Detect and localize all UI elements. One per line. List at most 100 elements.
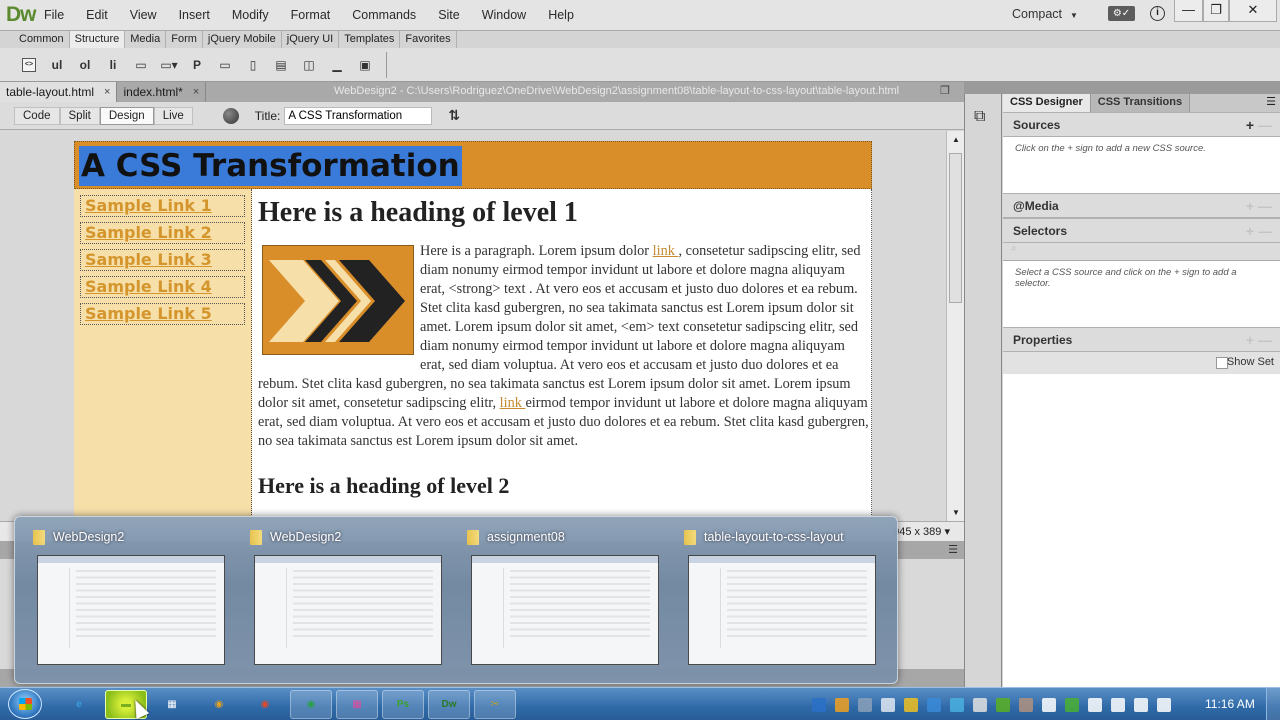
- menu-file[interactable]: File: [44, 8, 64, 22]
- sidebar-link-2[interactable]: Sample Link 2: [80, 222, 245, 244]
- panel-menu-icon[interactable]: ☰: [1266, 95, 1276, 108]
- tab-media[interactable]: Media: [125, 31, 167, 48]
- div-icon[interactable]: <>: [22, 57, 36, 72]
- media-section-header[interactable]: @Media + —: [1003, 193, 1280, 218]
- figure-icon[interactable]: ▣: [354, 56, 376, 74]
- menu-site[interactable]: Site: [438, 8, 460, 22]
- sources-section-header[interactable]: Sources + —: [1003, 112, 1280, 137]
- sidebar-link-5[interactable]: Sample Link 5: [80, 303, 245, 325]
- remove-media-icon[interactable]: —: [1258, 194, 1272, 218]
- heading-icon[interactable]: ▭▾: [158, 56, 180, 74]
- doc-tab-table-layout[interactable]: table-layout.html ×: [0, 82, 118, 102]
- thumbnail-window[interactable]: assignment08: [467, 527, 667, 665]
- file-management-icon[interactable]: ⇅: [448, 107, 460, 124]
- add-selector-icon[interactable]: +: [1246, 219, 1254, 243]
- tab-common[interactable]: Common: [14, 31, 70, 48]
- sidebar-link-4[interactable]: Sample Link 4: [80, 276, 245, 298]
- menu-edit[interactable]: Edit: [86, 8, 108, 22]
- start-button[interactable]: [8, 689, 42, 719]
- tray-icon[interactable]: [1111, 697, 1125, 712]
- tab-structure[interactable]: Structure: [69, 31, 126, 48]
- workspace-switcher[interactable]: Compact ▼: [1012, 7, 1078, 21]
- sidebar-link-1[interactable]: Sample Link 1: [80, 195, 245, 217]
- ul-icon[interactable]: ul: [46, 56, 68, 74]
- header-icon[interactable]: ▭: [130, 56, 152, 74]
- tab-jquery-ui[interactable]: jQuery UI: [282, 31, 340, 48]
- tray-icon[interactable]: [881, 697, 895, 712]
- design-view[interactable]: A CSS Transformation Sample Link 1 Sampl…: [0, 131, 946, 521]
- remove-source-icon[interactable]: —: [1258, 113, 1272, 137]
- selectors-section-header[interactable]: Selectors + —: [1003, 218, 1280, 243]
- help-info-icon[interactable]: i: [1150, 6, 1165, 21]
- li-icon[interactable]: li: [102, 56, 124, 74]
- sitemap-icon[interactable]: ⧉: [974, 108, 985, 126]
- remove-property-icon[interactable]: —: [1258, 328, 1272, 352]
- doc-tab-index[interactable]: index.html* ×: [117, 82, 207, 102]
- inline-link[interactable]: link: [653, 243, 679, 259]
- close-icon[interactable]: ×: [193, 86, 199, 98]
- tray-icon[interactable]: [1019, 697, 1033, 712]
- menu-insert[interactable]: Insert: [179, 8, 210, 22]
- show-desktop-button[interactable]: [1266, 688, 1280, 720]
- tab-css-designer[interactable]: CSS Designer: [1003, 94, 1091, 112]
- aside-icon[interactable]: ▯: [242, 56, 264, 74]
- taskbar-app-chrome-1[interactable]: ◉: [198, 690, 240, 719]
- add-source-icon[interactable]: +: [1246, 113, 1254, 137]
- menu-window[interactable]: Window: [482, 8, 526, 22]
- chevron-logo-image[interactable]: [262, 245, 414, 355]
- live-view-button[interactable]: Live: [153, 106, 193, 125]
- add-media-icon[interactable]: +: [1246, 194, 1254, 218]
- remove-selector-icon[interactable]: —: [1258, 219, 1272, 243]
- scroll-up-icon[interactable]: ▲: [952, 135, 960, 144]
- tray-icon[interactable]: [1065, 697, 1079, 712]
- thumbnail-window[interactable]: WebDesign2: [33, 527, 233, 665]
- tray-icon[interactable]: [1157, 697, 1171, 712]
- tray-icon[interactable]: [973, 697, 987, 712]
- inline-link[interactable]: link: [500, 395, 526, 411]
- tab-jquery-mobile[interactable]: jQuery Mobile: [203, 31, 282, 48]
- tab-favorites[interactable]: Favorites: [400, 31, 457, 48]
- paragraph-icon[interactable]: P: [186, 56, 208, 74]
- taskbar-app-chrome-3[interactable]: ◉: [290, 690, 332, 719]
- article-icon[interactable]: ▤: [270, 56, 292, 74]
- tray-icon[interactable]: [835, 697, 849, 712]
- taskbar-app-dreamweaver[interactable]: Dw: [428, 690, 470, 719]
- section-icon[interactable]: ◫: [298, 56, 320, 74]
- selectors-search-input[interactable]: ⌕: [1003, 243, 1280, 261]
- panel-menu-icon[interactable]: ☰: [948, 543, 958, 556]
- taskbar-app-apps-grid[interactable]: ▦: [151, 690, 193, 719]
- title-input[interactable]: [284, 106, 433, 125]
- menu-commands[interactable]: Commands: [352, 8, 416, 22]
- close-button[interactable]: ✕: [1229, 0, 1277, 22]
- design-view-button[interactable]: Design: [99, 106, 154, 125]
- taskbar-app-snipping-tool[interactable]: ✂: [474, 690, 516, 719]
- restore-button[interactable]: ❐: [1203, 0, 1229, 22]
- thumbnail-window[interactable]: WebDesign2: [250, 527, 450, 665]
- sidebar-link-3[interactable]: Sample Link 3: [80, 249, 245, 271]
- thumbnail-window[interactable]: table-layout-to-css-layout: [684, 527, 884, 665]
- sync-settings-button[interactable]: ⚙✓: [1108, 6, 1135, 21]
- tray-icon[interactable]: [1088, 697, 1102, 712]
- tray-icon[interactable]: [812, 697, 826, 712]
- taskbar-app-internet-explorer[interactable]: e: [58, 690, 100, 719]
- restore-doc-icon[interactable]: ❐: [940, 84, 950, 97]
- menu-view[interactable]: View: [130, 8, 157, 22]
- add-property-icon[interactable]: +: [1246, 328, 1254, 352]
- code-view-button[interactable]: Code: [14, 106, 60, 125]
- tray-icon[interactable]: [950, 697, 964, 712]
- tray-icon[interactable]: [904, 697, 918, 712]
- close-icon[interactable]: ×: [104, 86, 110, 98]
- window-size-select[interactable]: 945 x 389 ▾: [893, 525, 950, 538]
- tray-icon[interactable]: [1134, 697, 1148, 712]
- tab-css-transitions[interactable]: CSS Transitions: [1090, 94, 1191, 112]
- panel-collapse-strip[interactable]: [964, 82, 1280, 94]
- tray-icon[interactable]: [858, 697, 872, 712]
- minimize-button[interactable]: —: [1174, 0, 1203, 22]
- vertical-scrollbar[interactable]: ▲ ▼: [946, 131, 964, 521]
- menu-format[interactable]: Format: [291, 8, 331, 22]
- menu-help[interactable]: Help: [548, 8, 574, 22]
- tray-icon[interactable]: [1042, 697, 1056, 712]
- preview-browser-icon[interactable]: [222, 107, 239, 124]
- tray-icon[interactable]: [996, 697, 1010, 712]
- properties-section-header[interactable]: Properties + —: [1003, 327, 1280, 352]
